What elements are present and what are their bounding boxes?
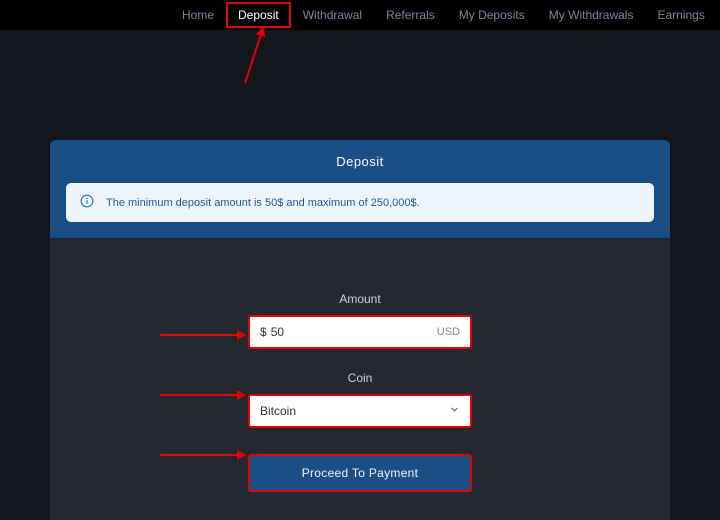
deposit-card: Deposit The minimum deposit amount is 50… (50, 140, 670, 520)
nav-deposit[interactable]: Deposit (226, 2, 291, 28)
amount-input-row[interactable]: $ USD (248, 315, 472, 349)
currency-suffix: USD (437, 326, 460, 338)
info-text: The minimum deposit amount is 50$ and ma… (106, 197, 420, 209)
nav-my-deposits[interactable]: My Deposits (447, 2, 537, 28)
card-header: Deposit (50, 140, 670, 183)
nav-referrals[interactable]: Referrals (374, 2, 447, 28)
coin-label: Coin (248, 371, 472, 385)
info-icon (80, 194, 94, 211)
coin-select[interactable]: Bitcoin (248, 394, 472, 428)
card-body: Amount $ USD Coin Bitcoin Proceed To Pay… (50, 238, 670, 520)
coin-selected: Bitcoin (260, 404, 296, 418)
annotation-arrow-nav (244, 28, 264, 84)
nav-home[interactable]: Home (170, 2, 226, 28)
amount-input[interactable] (271, 325, 433, 339)
currency-prefix: $ (260, 325, 267, 339)
top-navbar: Home Deposit Withdrawal Referrals My Dep… (0, 0, 720, 30)
nav-my-withdrawals[interactable]: My Withdrawals (537, 2, 646, 28)
amount-group: Amount $ USD (248, 292, 472, 349)
chevron-down-icon (449, 404, 460, 418)
coin-group: Coin Bitcoin (248, 371, 472, 428)
nav-withdrawal[interactable]: Withdrawal (291, 2, 374, 28)
nav-earnings[interactable]: Earnings (645, 2, 716, 28)
amount-label: Amount (248, 292, 472, 306)
info-notice: The minimum deposit amount is 50$ and ma… (66, 183, 654, 222)
card-title: Deposit (50, 154, 670, 169)
proceed-button[interactable]: Proceed To Payment (248, 454, 472, 492)
